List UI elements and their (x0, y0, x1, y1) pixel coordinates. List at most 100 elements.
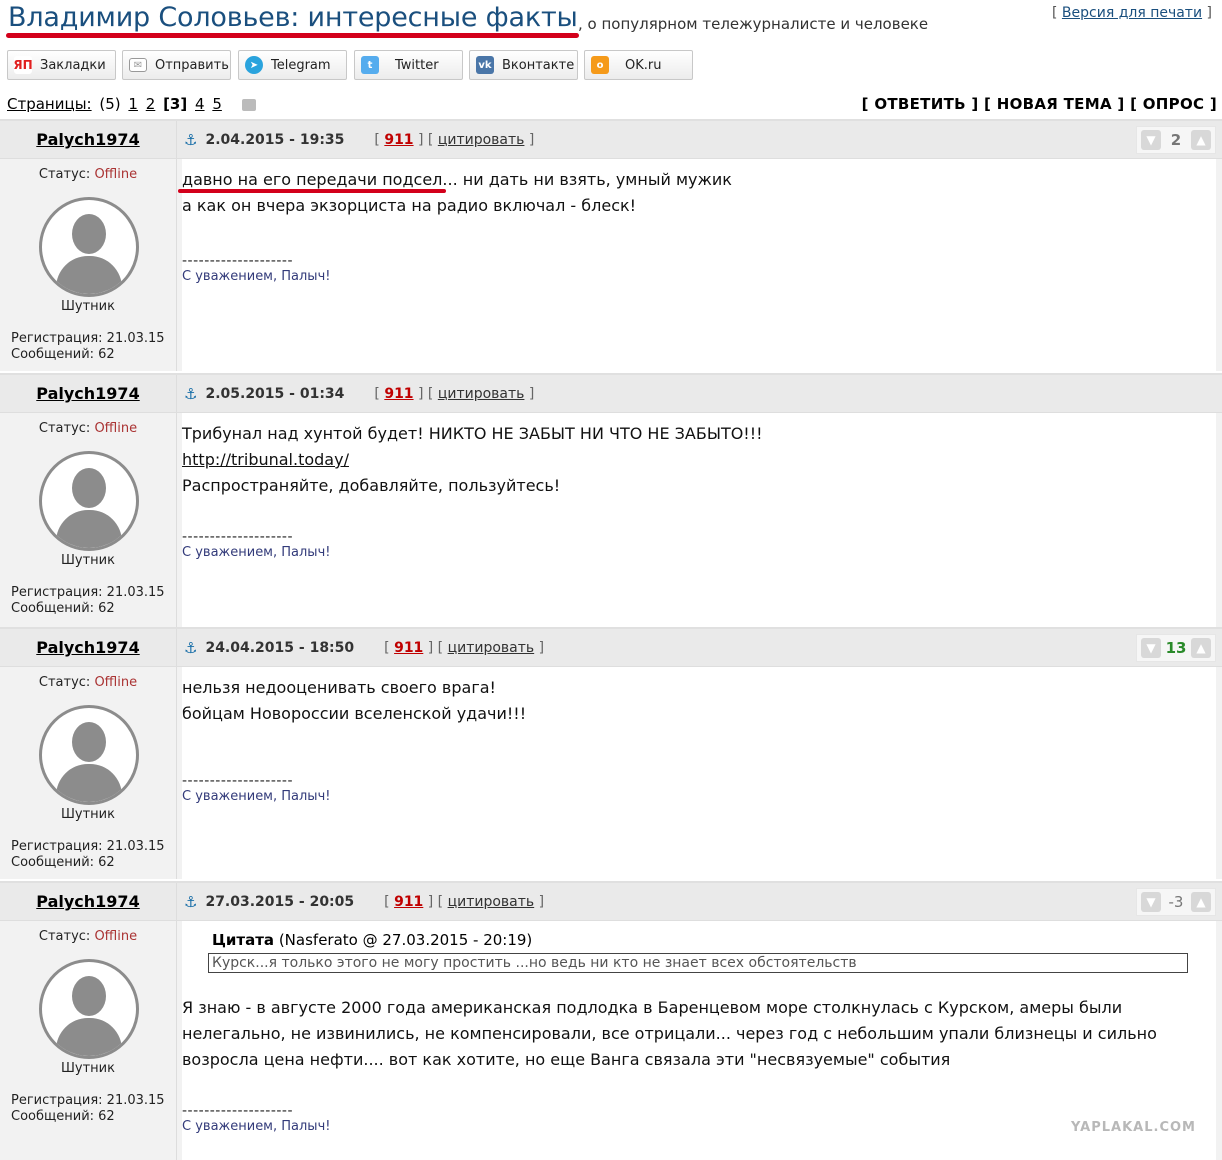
page-link-2[interactable]: 2 (146, 95, 156, 113)
post-text: Я знаю - в августе 2000 года американска… (182, 998, 1157, 1069)
post-body: нельзя недооценивать своего врага! бойца… (182, 667, 1216, 879)
post: Palych1974 ⚓ 2.05.2015 - 01:34 [ 911 ] [… (0, 373, 1222, 627)
signature: С уважением, Палыч! (182, 269, 331, 284)
thumb-up-icon[interactable]: ▲ (1191, 892, 1211, 912)
user-rank: Шутник (61, 807, 115, 822)
post-header: Palych1974 ⚓ 24.04.2015 - 18:50 [ 911 ] … (0, 629, 1222, 667)
author-cell: Palych1974 (0, 375, 177, 412)
quote-link[interactable]: цитировать (438, 132, 525, 148)
page-jump-icon[interactable] (241, 98, 256, 111)
post-meta: ⚓ 2.05.2015 - 01:34 [ 911 ] [ цитировать… (184, 385, 535, 403)
post-body: Трибунал над хунтой будет! НИКТО НЕ ЗАБЫ… (182, 413, 1216, 627)
author-panel: Статус: Offline Шутник Регистрация: 21.0… (0, 667, 177, 879)
thumb-down-icon[interactable]: ▼ (1141, 130, 1161, 150)
yandex-icon: ЯП (13, 56, 33, 74)
rating-value: 13 (1165, 639, 1187, 657)
user-stats: Регистрация: 21.03.15 Сообщений: 62 (11, 1093, 165, 1124)
anchor-icon[interactable]: ⚓ (184, 385, 197, 403)
post-rating: ▼ 13 ▲ (1136, 634, 1216, 662)
status: Статус: Offline (38, 929, 138, 944)
post-header: Palych1974 ⚓ 2.05.2015 - 01:34 [ 911 ] [… (0, 375, 1222, 413)
quote-header: Цитата (Nasferato @ 27.03.2015 - 20:19) (212, 931, 1216, 949)
poll-button[interactable]: [ ОПРОС ] (1130, 95, 1217, 113)
topic-actions: [ ОТВЕТИТЬ ] [ НОВАЯ ТЕМА ] [ ОПРОС ] (862, 95, 1217, 113)
pages-label[interactable]: Страницы: (7, 95, 92, 113)
text-red-underline (178, 189, 446, 193)
user-stats: Регистрация: 21.03.15 Сообщений: 62 (11, 585, 165, 616)
report-link[interactable]: 911 (394, 640, 423, 656)
avatar[interactable] (39, 451, 139, 551)
author-link[interactable]: Palych1974 (36, 638, 139, 657)
anchor-icon[interactable]: ⚓ (184, 893, 197, 911)
user-stats: Регистрация: 21.03.15 Сообщений: 62 (11, 839, 165, 870)
signature-divider: -------------------- (182, 253, 294, 269)
page-link-1[interactable]: 1 (128, 95, 138, 113)
author-link[interactable]: Palych1974 (36, 892, 139, 911)
share-vk-button[interactable]: vk Вконтакте (469, 50, 578, 80)
post-body: давно на его передачи подсел... ни дать … (178, 159, 1216, 371)
twitter-icon: t (361, 56, 379, 74)
quote-link[interactable]: цитировать (448, 640, 535, 656)
share-ok-button[interactable]: o OK.ru (584, 50, 693, 80)
rating-value: 2 (1170, 131, 1182, 149)
avatar[interactable] (39, 705, 139, 805)
quote-link[interactable]: цитировать (438, 386, 525, 402)
post: Palych1974 ⚓ 2.04.2015 - 19:35 [ 911 ] [… (0, 119, 1222, 371)
user-stats: Регистрация: 21.03.15 Сообщений: 62 (11, 331, 165, 362)
pagination-row: Страницы: (5) 1 2 [3] 4 5 [ ОТВЕТИТЬ ] [… (7, 95, 1217, 115)
share-bookmarks-button[interactable]: ЯП Закладки (7, 50, 116, 80)
avatar[interactable] (39, 197, 139, 297)
post-rating: ▼ -3 ▲ (1136, 888, 1216, 916)
report-link[interactable]: 911 (384, 132, 413, 148)
signature: С уважением, Палыч! (182, 545, 331, 560)
author-panel: Статус: Offline Шутник Регистрация: 21.0… (0, 921, 177, 1160)
title-red-underline (6, 33, 579, 38)
print-version: [ Версия для печати ] (1052, 5, 1212, 21)
author-link[interactable]: Palych1974 (36, 130, 139, 149)
topic-title: Владимир Соловьев: интересные факты (8, 2, 578, 33)
anchor-icon[interactable]: ⚓ (184, 131, 197, 149)
share-email-button[interactable]: ✉ Отправить (122, 50, 231, 80)
page-link-4[interactable]: 4 (195, 95, 205, 113)
thumb-up-icon[interactable]: ▲ (1191, 638, 1211, 658)
post-meta: ⚓ 24.04.2015 - 18:50 [ 911 ] [ цитироват… (184, 639, 545, 657)
share-telegram-button[interactable]: ➤ Telegram (238, 50, 347, 80)
signature-divider: -------------------- (182, 529, 294, 545)
report-link[interactable]: 911 (394, 894, 423, 910)
post: Palych1974 ⚓ 24.04.2015 - 18:50 [ 911 ] … (0, 627, 1222, 879)
thumb-down-icon[interactable]: ▼ (1141, 892, 1161, 912)
print-version-link[interactable]: Версия для печати (1062, 5, 1202, 21)
post-meta: ⚓ 27.03.2015 - 20:05 [ 911 ] [ цитироват… (184, 893, 545, 911)
post-text: Трибунал над хунтой будет! НИКТО НЕ ЗАБЫ… (182, 424, 763, 495)
post-date: 2.04.2015 - 19:35 (205, 132, 345, 148)
post-date: 2.05.2015 - 01:34 (205, 386, 345, 402)
post-date: 24.04.2015 - 18:50 (205, 640, 355, 656)
post-body: Цитата (Nasferato @ 27.03.2015 - 20:19) … (182, 921, 1216, 1160)
signature-divider: -------------------- (182, 1103, 294, 1119)
signature-divider: -------------------- (182, 773, 294, 789)
user-rank: Шутник (61, 1061, 115, 1076)
topic-description: , о популярном тележурналисте и человеке (578, 15, 929, 33)
user-rank: Шутник (61, 553, 115, 568)
quote-link[interactable]: цитировать (448, 894, 535, 910)
tribunal-link[interactable]: http://tribunal.today/ (182, 450, 349, 469)
pages-count: (5) (99, 95, 121, 113)
page-link-5[interactable]: 5 (212, 95, 222, 113)
reply-button[interactable]: [ ОТВЕТИТЬ ] (862, 95, 979, 113)
quote-box: Курск...я только этого не могу простить … (208, 953, 1188, 973)
share-twitter-button[interactable]: t Twitter (354, 50, 463, 80)
author-cell: Palych1974 (0, 629, 177, 666)
status: Статус: Offline (38, 421, 138, 436)
author-link[interactable]: Palych1974 (36, 384, 139, 403)
anchor-icon[interactable]: ⚓ (184, 639, 197, 657)
author-panel: Статус: Offline Шутник Регистрация: 21.0… (0, 413, 177, 627)
author-cell: Palych1974 (0, 121, 177, 158)
thumb-up-icon[interactable]: ▲ (1191, 130, 1211, 150)
user-rank: Шутник (61, 299, 115, 314)
new-topic-button[interactable]: [ НОВАЯ ТЕМА ] (984, 95, 1125, 113)
report-link[interactable]: 911 (384, 386, 413, 402)
post-rating: ▼ 2 ▲ (1136, 126, 1216, 154)
status: Статус: Offline (38, 675, 138, 690)
thumb-down-icon[interactable]: ▼ (1141, 638, 1161, 658)
avatar[interactable] (39, 959, 139, 1059)
